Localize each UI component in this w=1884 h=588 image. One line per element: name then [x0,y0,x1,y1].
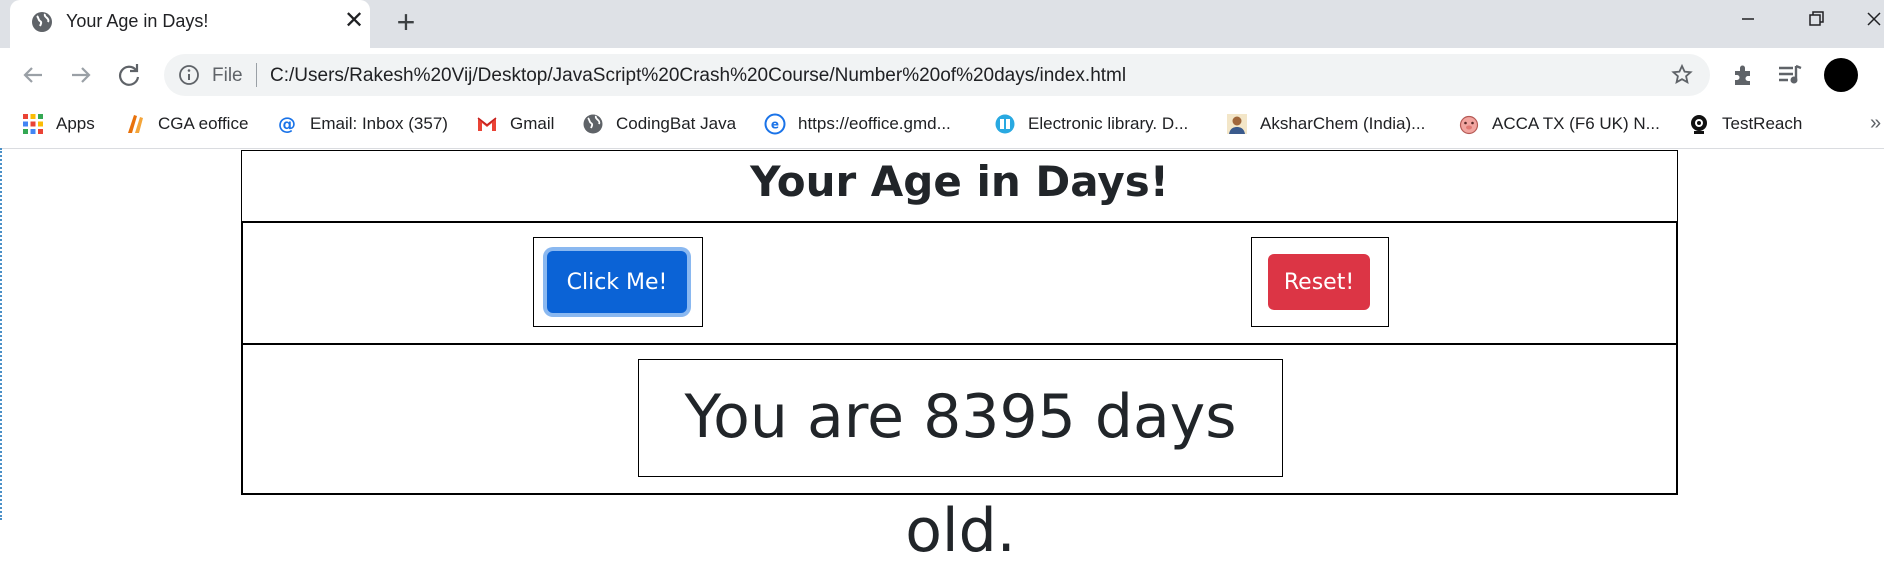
new-tab-button[interactable]: + [390,6,422,39]
profile-avatar[interactable] [1824,58,1858,92]
bookmark-cga-eoffice[interactable]: CGA eoffice [124,112,248,136]
bookmark-label: https://eoffice.gmd... [798,114,951,133]
bookmark-label: Gmail [510,114,555,133]
reload-icon[interactable] [112,58,146,92]
person-icon [1227,114,1247,134]
gmail-icon [477,117,497,131]
bookmark-gmail[interactable]: Gmail [476,112,554,136]
bookmark-eoffice-gmd[interactable]: e https://eoffice.gmd... [764,112,951,136]
tab-strip: Your Age in Days! ✕ + [0,0,1884,48]
bookmark-codingbat[interactable]: CodingBat Java [582,112,736,136]
address-url[interactable]: C:/Users/Rakesh%20Vij/Desktop/JavaScript… [270,65,1126,87]
bookmarks-bar: Apps CGA eoffice @ Email: Inbox (357) Gm… [0,102,1884,149]
bookmark-label: CGA eoffice [158,114,249,133]
pig-icon [1459,115,1479,135]
bookmarks-overflow-icon[interactable]: » [1870,112,1881,135]
click-button-cell: Click Me! [533,237,703,327]
minimize-icon[interactable] [1730,4,1766,34]
eoffice-icon: e [764,113,786,135]
forward-arrow-icon[interactable] [64,58,98,92]
bookmark-label: AksharChem (India)... [1260,114,1426,133]
result-container: You are 8395 days old. [241,343,1678,566]
page-edge-guide [0,148,4,520]
email-at-icon: @ [278,114,296,135]
click-me-button[interactable]: Click Me! [547,251,687,313]
page-title: Your Age in Days! [750,157,1169,206]
apps-grid-icon [23,114,43,134]
restore-icon[interactable] [1798,4,1834,34]
svg-text:e: e [771,118,779,132]
bookmark-label: TestReach [1722,114,1803,133]
age-result-text: You are 8395 days old. [684,382,1237,566]
testreach-icon [1691,115,1707,134]
bookmark-apps[interactable]: Apps [22,112,95,136]
browser-toolbar: File C:/Users/Rakesh%20Vij/Desktop/JavaS… [0,48,1884,102]
address-scheme: File [212,65,243,86]
bookmark-label: CodingBat Java [616,114,737,133]
cga-icon [128,115,143,133]
bookmark-testreach[interactable]: TestReach [1688,112,1802,136]
bookmark-electronic-library[interactable]: Electronic library. D... [994,112,1188,136]
extensions-puzzle-icon[interactable] [1730,62,1756,88]
media-queue-icon[interactable] [1776,62,1804,88]
reset-button[interactable]: Reset! [1268,254,1370,310]
bookmark-label: Email: Inbox (357) [310,114,448,133]
active-tab[interactable]: Your Age in Days! ✕ [10,0,370,48]
bookmark-email[interactable]: @ Email: Inbox (357) [276,112,448,136]
globe-icon [32,12,52,32]
bookmark-star-icon[interactable] [1670,63,1694,87]
bookmark-label: Electronic library. D... [1028,114,1189,133]
back-arrow-icon[interactable] [16,58,50,92]
bookmark-label: Apps [56,114,95,133]
svg-text:@: @ [278,114,296,135]
globe-icon [583,114,603,134]
close-tab-icon[interactable]: ✕ [340,7,368,35]
result-box: You are 8395 days old. [638,359,1283,566]
window-close-icon[interactable] [1860,4,1884,34]
heading-container: Your Age in Days! [241,150,1678,223]
reset-button-cell: Reset! [1251,237,1389,327]
info-icon[interactable] [178,64,200,86]
bookmark-label: ACCA TX (F6 UK) N... [1492,114,1660,133]
bookmark-aksharchem[interactable]: AksharChem (India)... [1226,112,1425,136]
tab-title: Your Age in Days! [66,11,209,31]
bookmark-acca[interactable]: ACCA TX (F6 UK) N... [1458,112,1660,136]
button-row: Click Me! Reset! [241,221,1678,345]
address-separator [256,63,257,87]
library-icon [995,114,1015,134]
address-bar[interactable]: File C:/Users/Rakesh%20Vij/Desktop/JavaS… [164,54,1710,96]
